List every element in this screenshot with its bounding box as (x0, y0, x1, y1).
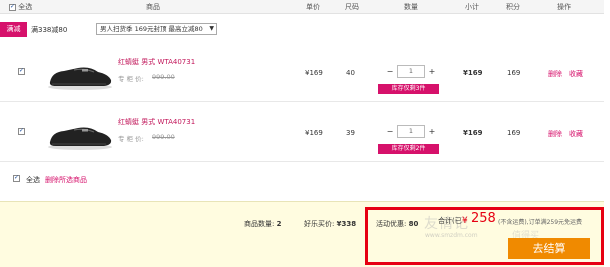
product-name-link[interactable]: 红蜻蜓 男式 WTA40731 (118, 117, 195, 127)
header-action: 操作 (557, 3, 571, 11)
promotion-tag: 满减 (0, 22, 27, 37)
total-label: 合计(已 (438, 217, 462, 225)
unit-price: ¥169 (305, 129, 323, 137)
item-subtotal: ¥169 (463, 129, 483, 137)
header-points: 积分 (506, 3, 520, 11)
haolemai-price: 好乐买价: ¥338 (304, 219, 356, 229)
header-select-all[interactable]: 全选 (9, 2, 32, 12)
item-subtotal: ¥169 (463, 69, 483, 77)
shipping-note: (不含运费),订单满259元免运费 (498, 219, 583, 226)
activity-discount-value: 80 (408, 220, 419, 228)
total-currency: ¥ (462, 216, 468, 226)
size-value: 39 (346, 129, 355, 137)
favorite-item-link[interactable]: 收藏 (569, 129, 583, 139)
total-amount: 258 (471, 211, 496, 226)
item-checkbox[interactable] (18, 67, 25, 75)
counter-price-label: 专 柜 价: (118, 75, 144, 83)
item-count-label: 商品数量: (244, 220, 275, 228)
quantity-decrease-button[interactable]: − (385, 126, 395, 138)
item-points: 169 (507, 69, 521, 77)
stock-warning-badge: 库存仅剩3件 (378, 84, 439, 94)
product-name-link[interactable]: 红蜻蜓 男式 WTA40731 (118, 57, 195, 67)
promotion-select-value: 男人扫货季 169元封顶 最高立减80 (100, 25, 203, 33)
original-price: 999.00 (152, 133, 175, 141)
shoe-thumbnail[interactable] (44, 56, 116, 92)
footer-select-all-checkbox[interactable] (13, 174, 20, 182)
item-checkbox[interactable] (18, 127, 25, 135)
header-product: 商品 (146, 3, 160, 11)
cart-table-header: 全选 商品 单价 尺码 数量 小计 积分 操作 (0, 0, 604, 14)
delete-item-link[interactable]: 删除 (548, 129, 562, 139)
haolemai-price-label: 好乐买价: (304, 220, 335, 228)
cart-footer-row: 全选 删除所选商品 (0, 170, 604, 187)
header-size: 尺码 (345, 3, 359, 11)
original-price: 999.00 (152, 73, 175, 81)
quantity-decrease-button[interactable]: − (385, 66, 395, 78)
quantity-input[interactable]: 1 (397, 125, 425, 138)
order-summary-bar: 商品数量: 2 好乐买价: ¥338 活动优惠: 80 友情记 www.smzd… (0, 201, 604, 267)
activity-discount-label: 活动优惠: (376, 220, 407, 228)
cart-item-row: 红蜻蜓 男式 WTA40731 专 柜 价: 999.00 ¥169 39 − … (0, 104, 604, 162)
chevron-down-icon: ▼ (209, 25, 214, 32)
header-subtotal: 小计 (465, 3, 479, 11)
header-unit-price: 单价 (306, 3, 320, 11)
stock-warning-badge: 库存仅剩2件 (378, 144, 439, 154)
activity-discount: 活动优惠: 80 (376, 219, 418, 229)
favorite-item-link[interactable]: 收藏 (569, 69, 583, 79)
header-select-all-label: 全选 (18, 3, 33, 11)
item-count-value: 2 (276, 220, 282, 228)
promotion-text: 满338减80 (31, 26, 68, 34)
delete-selected-link[interactable]: 删除所选商品 (45, 175, 87, 185)
cart-item-row: 红蜻蜓 男式 WTA40731 专 柜 价: 999.00 ¥169 40 − … (0, 44, 604, 102)
item-count: 商品数量: 2 (244, 219, 281, 229)
unit-price: ¥169 (305, 69, 323, 77)
promotion-row: 满减 满338减80 男人扫货季 169元封顶 最高立减80 ▼ (0, 22, 604, 39)
header-quantity: 数量 (404, 3, 418, 11)
checkout-button[interactable]: 去结算 (508, 238, 590, 259)
select-all-checkbox[interactable] (9, 3, 16, 11)
watermark-site: www.smzdm.com (425, 232, 478, 239)
quantity-increase-button[interactable]: + (427, 126, 437, 138)
shoe-thumbnail[interactable] (44, 116, 116, 152)
quantity-increase-button[interactable]: + (427, 66, 437, 78)
footer-select-all-label[interactable]: 全选 (26, 175, 40, 185)
size-value: 40 (346, 69, 355, 77)
promotion-select[interactable]: 男人扫货季 169元封顶 最高立减80 ▼ (96, 23, 217, 35)
counter-price-label: 专 柜 价: (118, 135, 144, 143)
delete-item-link[interactable]: 删除 (548, 69, 562, 79)
haolemai-price-value: ¥338 (336, 220, 357, 228)
quantity-input[interactable]: 1 (397, 65, 425, 78)
item-points: 169 (507, 129, 521, 137)
